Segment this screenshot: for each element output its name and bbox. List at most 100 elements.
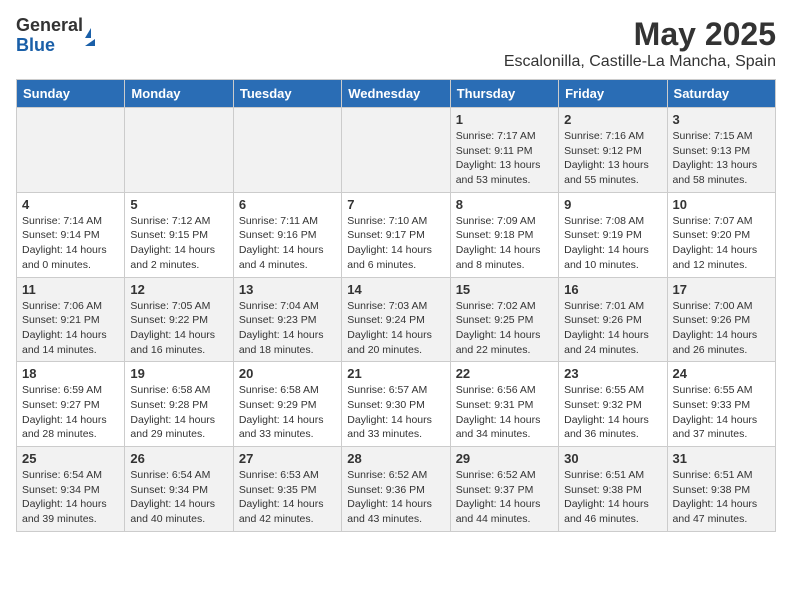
page-title: May 2025 bbox=[504, 16, 776, 53]
calendar-day-cell: 10 Sunrise: 7:07 AM Sunset: 9:20 PM Dayli… bbox=[667, 192, 775, 277]
calendar-day-cell: 21 Sunrise: 6:57 AM Sunset: 9:30 PM Dayli… bbox=[342, 362, 450, 447]
day-number: 5 bbox=[130, 197, 227, 212]
calendar-week-row: 4 Sunrise: 7:14 AM Sunset: 9:14 PM Daylig… bbox=[17, 192, 776, 277]
calendar-day-cell: 7 Sunrise: 7:10 AM Sunset: 9:17 PM Daylig… bbox=[342, 192, 450, 277]
calendar-day-cell: 1Sunrise: 7:17 AM Sunset: 9:11 PM Daylig… bbox=[450, 108, 558, 193]
day-info: Sunrise: 6:54 AM Sunset: 9:34 PM Dayligh… bbox=[22, 468, 119, 527]
day-info: Sunrise: 6:55 AM Sunset: 9:32 PM Dayligh… bbox=[564, 383, 661, 442]
calendar-day-cell: 31 Sunrise: 6:51 AM Sunset: 9:38 PM Dayli… bbox=[667, 447, 775, 532]
day-number: 24 bbox=[673, 366, 770, 381]
calendar-day-cell: 29Sunrise: 6:52 AM Sunset: 9:37 PM Dayli… bbox=[450, 447, 558, 532]
calendar-day-cell: 13 Sunrise: 7:04 AM Sunset: 9:23 PM Dayli… bbox=[233, 277, 341, 362]
day-number: 30 bbox=[564, 451, 661, 466]
day-info: Sunrise: 7:12 AM Sunset: 9:15 PM Dayligh… bbox=[130, 214, 227, 273]
calendar-day-cell: 14 Sunrise: 7:03 AM Sunset: 9:24 PM Dayli… bbox=[342, 277, 450, 362]
day-number: 21 bbox=[347, 366, 444, 381]
day-info: Sunrise: 6:57 AM Sunset: 9:30 PM Dayligh… bbox=[347, 383, 444, 442]
day-number: 20 bbox=[239, 366, 336, 381]
day-number: 11 bbox=[22, 282, 119, 297]
calendar-day-cell: 17 Sunrise: 7:00 AM Sunset: 9:26 PM Dayli… bbox=[667, 277, 775, 362]
calendar-day-cell: 11 Sunrise: 7:06 AM Sunset: 9:21 PM Dayli… bbox=[17, 277, 125, 362]
calendar-day-cell: 30 Sunrise: 6:51 AM Sunset: 9:38 PM Dayli… bbox=[559, 447, 667, 532]
day-number: 6 bbox=[239, 197, 336, 212]
header-cell: Tuesday bbox=[233, 80, 341, 108]
calendar-day-cell: 15 Sunrise: 7:02 AM Sunset: 9:25 PM Dayli… bbox=[450, 277, 558, 362]
day-number: 8 bbox=[456, 197, 553, 212]
day-info: Sunrise: 7:02 AM Sunset: 9:25 PM Dayligh… bbox=[456, 299, 553, 358]
logo: General Blue bbox=[16, 16, 95, 56]
day-info: Sunrise: 6:59 AM Sunset: 9:27 PM Dayligh… bbox=[22, 383, 119, 442]
calendar-day-cell: 22 Sunrise: 6:56 AM Sunset: 9:31 PM Dayli… bbox=[450, 362, 558, 447]
calendar-day-cell: 9Sunrise: 7:08 AM Sunset: 9:19 PM Daylig… bbox=[559, 192, 667, 277]
day-info: Sunrise: 6:58 AM Sunset: 9:29 PM Dayligh… bbox=[239, 383, 336, 442]
day-info: Sunrise: 7:15 AM Sunset: 9:13 PM Dayligh… bbox=[673, 129, 770, 188]
calendar-day-cell bbox=[125, 108, 233, 193]
calendar-day-cell bbox=[342, 108, 450, 193]
calendar-day-cell: 26Sunrise: 6:54 AM Sunset: 9:34 PM Dayli… bbox=[125, 447, 233, 532]
calendar-day-cell bbox=[17, 108, 125, 193]
calendar-day-cell: 2 Sunrise: 7:16 AM Sunset: 9:12 PM Daylig… bbox=[559, 108, 667, 193]
calendar-day-cell: 16Sunrise: 7:01 AM Sunset: 9:26 PM Dayli… bbox=[559, 277, 667, 362]
day-number: 15 bbox=[456, 282, 553, 297]
calendar-day-cell: 18 Sunrise: 6:59 AM Sunset: 9:27 PM Dayli… bbox=[17, 362, 125, 447]
header-cell: Saturday bbox=[667, 80, 775, 108]
day-info: Sunrise: 6:56 AM Sunset: 9:31 PM Dayligh… bbox=[456, 383, 553, 442]
day-info: Sunrise: 6:54 AM Sunset: 9:34 PM Dayligh… bbox=[130, 468, 227, 527]
day-info: Sunrise: 6:55 AM Sunset: 9:33 PM Dayligh… bbox=[673, 383, 770, 442]
day-number: 17 bbox=[673, 282, 770, 297]
calendar-table: SundayMondayTuesdayWednesdayThursdayFrid… bbox=[16, 79, 776, 532]
day-info: Sunrise: 7:08 AM Sunset: 9:19 PM Dayligh… bbox=[564, 214, 661, 273]
calendar-day-cell: 4 Sunrise: 7:14 AM Sunset: 9:14 PM Daylig… bbox=[17, 192, 125, 277]
day-info: Sunrise: 7:06 AM Sunset: 9:21 PM Dayligh… bbox=[22, 299, 119, 358]
day-info: Sunrise: 7:10 AM Sunset: 9:17 PM Dayligh… bbox=[347, 214, 444, 273]
day-number: 31 bbox=[673, 451, 770, 466]
page-subtitle: Escalonilla, Castille-La Mancha, Spain bbox=[504, 53, 776, 71]
day-number: 10 bbox=[673, 197, 770, 212]
calendar-day-cell: 28Sunrise: 6:52 AM Sunset: 9:36 PM Dayli… bbox=[342, 447, 450, 532]
day-info: Sunrise: 7:07 AM Sunset: 9:20 PM Dayligh… bbox=[673, 214, 770, 273]
page-header: General Blue May 2025 Escalonilla, Casti… bbox=[16, 16, 776, 71]
day-info: Sunrise: 7:17 AM Sunset: 9:11 PM Dayligh… bbox=[456, 129, 553, 188]
day-number: 7 bbox=[347, 197, 444, 212]
calendar-day-cell: 6 Sunrise: 7:11 AM Sunset: 9:16 PM Daylig… bbox=[233, 192, 341, 277]
header-cell: Thursday bbox=[450, 80, 558, 108]
day-info: Sunrise: 6:51 AM Sunset: 9:38 PM Dayligh… bbox=[564, 468, 661, 527]
day-number: 13 bbox=[239, 282, 336, 297]
calendar-day-cell: 19 Sunrise: 6:58 AM Sunset: 9:28 PM Dayli… bbox=[125, 362, 233, 447]
day-info: Sunrise: 7:03 AM Sunset: 9:24 PM Dayligh… bbox=[347, 299, 444, 358]
day-number: 3 bbox=[673, 112, 770, 127]
day-info: Sunrise: 7:04 AM Sunset: 9:23 PM Dayligh… bbox=[239, 299, 336, 358]
calendar-day-cell: 3 Sunrise: 7:15 AM Sunset: 9:13 PM Daylig… bbox=[667, 108, 775, 193]
calendar-day-cell bbox=[233, 108, 341, 193]
day-number: 28 bbox=[347, 451, 444, 466]
day-number: 19 bbox=[130, 366, 227, 381]
day-info: Sunrise: 7:16 AM Sunset: 9:12 PM Dayligh… bbox=[564, 129, 661, 188]
calendar-day-cell: 23Sunrise: 6:55 AM Sunset: 9:32 PM Dayli… bbox=[559, 362, 667, 447]
day-number: 2 bbox=[564, 112, 661, 127]
day-info: Sunrise: 7:05 AM Sunset: 9:22 PM Dayligh… bbox=[130, 299, 227, 358]
day-info: Sunrise: 7:14 AM Sunset: 9:14 PM Dayligh… bbox=[22, 214, 119, 273]
calendar-week-row: 25 Sunrise: 6:54 AM Sunset: 9:34 PM Dayli… bbox=[17, 447, 776, 532]
day-number: 18 bbox=[22, 366, 119, 381]
day-info: Sunrise: 7:00 AM Sunset: 9:26 PM Dayligh… bbox=[673, 299, 770, 358]
day-info: Sunrise: 6:53 AM Sunset: 9:35 PM Dayligh… bbox=[239, 468, 336, 527]
calendar-week-row: 18 Sunrise: 6:59 AM Sunset: 9:27 PM Dayli… bbox=[17, 362, 776, 447]
day-info: Sunrise: 6:58 AM Sunset: 9:28 PM Dayligh… bbox=[130, 383, 227, 442]
day-info: Sunrise: 6:51 AM Sunset: 9:38 PM Dayligh… bbox=[673, 468, 770, 527]
calendar-day-cell: 25 Sunrise: 6:54 AM Sunset: 9:34 PM Dayli… bbox=[17, 447, 125, 532]
day-number: 22 bbox=[456, 366, 553, 381]
header-cell: Friday bbox=[559, 80, 667, 108]
header-cell: Sunday bbox=[17, 80, 125, 108]
day-number: 14 bbox=[347, 282, 444, 297]
calendar-day-cell: 8Sunrise: 7:09 AM Sunset: 9:18 PM Daylig… bbox=[450, 192, 558, 277]
day-info: Sunrise: 6:52 AM Sunset: 9:37 PM Dayligh… bbox=[456, 468, 553, 527]
day-info: Sunrise: 7:01 AM Sunset: 9:26 PM Dayligh… bbox=[564, 299, 661, 358]
day-number: 25 bbox=[22, 451, 119, 466]
title-block: May 2025 Escalonilla, Castille-La Mancha… bbox=[504, 16, 776, 71]
calendar-week-row: 1Sunrise: 7:17 AM Sunset: 9:11 PM Daylig… bbox=[17, 108, 776, 193]
header-cell: Monday bbox=[125, 80, 233, 108]
calendar-day-cell: 27Sunrise: 6:53 AM Sunset: 9:35 PM Dayli… bbox=[233, 447, 341, 532]
calendar-day-cell: 24 Sunrise: 6:55 AM Sunset: 9:33 PM Dayli… bbox=[667, 362, 775, 447]
day-info: Sunrise: 7:11 AM Sunset: 9:16 PM Dayligh… bbox=[239, 214, 336, 273]
day-number: 4 bbox=[22, 197, 119, 212]
